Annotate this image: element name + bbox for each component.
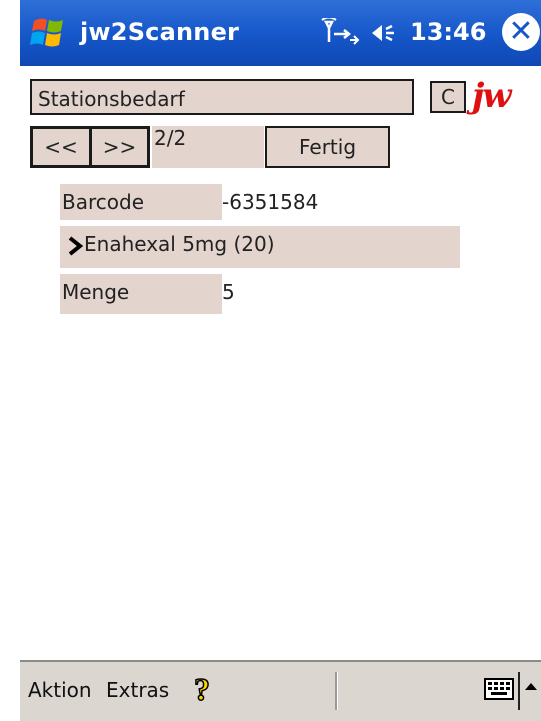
title-bar: jw2Scanner 13:46 ✕ [20, 0, 541, 66]
menu-aktion[interactable]: Aktion [28, 678, 92, 702]
menu-bar: Aktion Extras ? [20, 660, 541, 721]
barcode-label: Barcode [60, 184, 222, 220]
clock[interactable]: 13:46 [410, 18, 486, 46]
keyboard-icon[interactable] [484, 678, 514, 700]
page-indicator: 2/2 [152, 126, 264, 168]
next-button[interactable]: >> [92, 126, 150, 168]
chevron-up-icon[interactable] [524, 680, 538, 692]
signal-icon[interactable] [320, 18, 364, 46]
location-field[interactable]: Stationsbedarf [30, 79, 414, 115]
app-title: jw2Scanner [80, 18, 240, 46]
windows-flag-icon[interactable] [30, 15, 68, 51]
menu-divider [335, 672, 338, 710]
close-icon: ✕ [508, 14, 534, 49]
close-button[interactable]: ✕ [502, 13, 540, 51]
done-button[interactable]: Fertig [265, 126, 390, 168]
menu-extras[interactable]: Extras [106, 678, 169, 702]
previous-button[interactable]: << [30, 126, 92, 168]
clear-button[interactable]: C [430, 81, 466, 113]
svg-text:?: ? [194, 672, 210, 706]
barcode-input[interactable]: -6351584 [222, 184, 422, 220]
product-name: Enahexal 5mg (20) [84, 232, 275, 256]
main-content: Stationsbedarf C jw << >> 2/2 Fertig Bar… [20, 66, 541, 660]
jw-logo: jw [472, 76, 512, 116]
chevron-right-icon [68, 236, 84, 256]
sip-divider [518, 672, 520, 710]
quantity-label: Menge [60, 274, 222, 314]
help-icon[interactable]: ? [190, 672, 214, 706]
quantity-input[interactable]: 5 [222, 274, 322, 310]
device-frame-edge [0, 0, 21, 721]
speaker-icon[interactable] [370, 20, 400, 46]
product-row[interactable]: Enahexal 5mg (20) [60, 226, 460, 268]
